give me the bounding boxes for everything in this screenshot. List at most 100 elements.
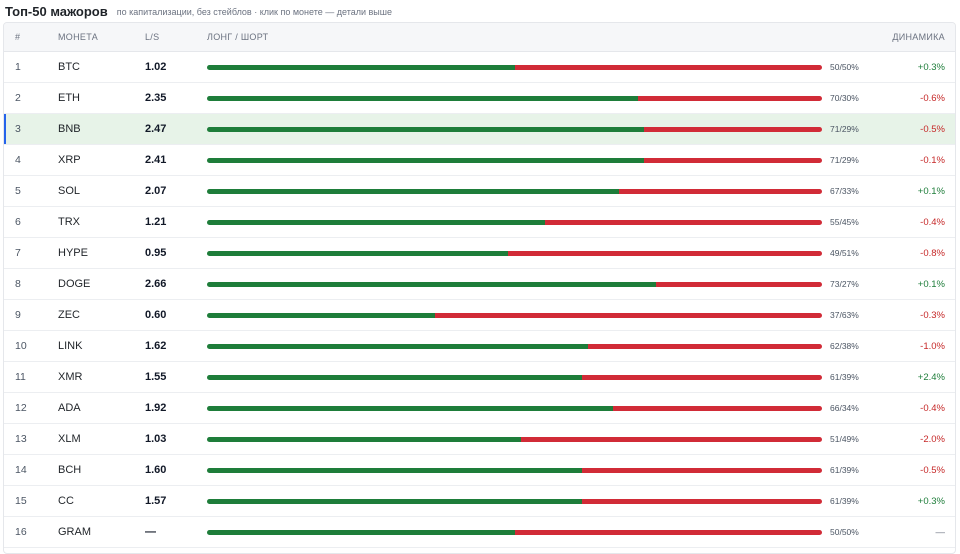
row-ls-ratio: 1.02 bbox=[145, 61, 167, 73]
row-rank: 1 bbox=[15, 61, 21, 73]
row-long-short-pct: 71/29% bbox=[830, 155, 859, 165]
short-share-bar bbox=[582, 374, 822, 380]
row-ls-ratio: 1.55 bbox=[145, 371, 167, 383]
row-rank: 3 bbox=[15, 123, 21, 135]
long-short-bar bbox=[207, 467, 822, 473]
section-header: Топ-50 мажоров по капитализации, без сте… bbox=[0, 0, 960, 22]
row-coin[interactable]: XMR bbox=[58, 371, 82, 383]
table-row[interactable]: 15 CC 1.57 61/39% +0.3% bbox=[4, 486, 955, 517]
row-dynamics: -0.3% bbox=[920, 309, 945, 321]
short-share-bar bbox=[643, 126, 822, 132]
row-ls-ratio: 1.62 bbox=[145, 340, 167, 352]
short-share-bar bbox=[588, 343, 822, 349]
row-coin[interactable]: DOGE bbox=[58, 278, 90, 290]
row-long-short-pct: 66/34% bbox=[830, 403, 859, 413]
long-short-bar bbox=[207, 405, 822, 411]
column-header-ls[interactable]: L/S bbox=[145, 32, 159, 42]
long-short-bar bbox=[207, 95, 822, 101]
long-share-bar bbox=[207, 436, 521, 442]
row-coin[interactable]: ZEC bbox=[58, 309, 80, 321]
long-short-bar bbox=[207, 64, 822, 70]
row-ls-ratio: 2.07 bbox=[145, 185, 167, 197]
row-ls-ratio: 2.41 bbox=[145, 154, 167, 166]
row-ls-ratio: 1.03 bbox=[145, 433, 167, 445]
long-share-bar bbox=[207, 157, 644, 163]
row-coin[interactable]: ADA bbox=[58, 402, 81, 414]
table-row[interactable]: 11 XMR 1.55 61/39% +2.4% bbox=[4, 362, 955, 393]
section-subtitle: по капитализации, без стейблов · клик по… bbox=[116, 6, 392, 17]
table-row[interactable]: 16 GRAM — 50/50% — bbox=[4, 517, 955, 548]
row-coin[interactable]: XRP bbox=[58, 154, 81, 166]
row-rank: 11 bbox=[15, 371, 26, 383]
long-share-bar bbox=[207, 374, 583, 380]
row-ls-ratio: 2.35 bbox=[145, 92, 167, 104]
row-dynamics: +0.3% bbox=[917, 495, 945, 507]
table-row[interactable]: 6 TRX 1.21 55/45% -0.4% bbox=[4, 207, 955, 238]
row-long-short-pct: 61/39% bbox=[830, 496, 859, 506]
long-share-bar bbox=[207, 312, 435, 318]
row-coin[interactable]: ETH bbox=[58, 92, 80, 104]
long-share-bar bbox=[207, 250, 509, 256]
short-share-bar bbox=[520, 436, 822, 442]
row-coin[interactable]: CC bbox=[58, 495, 74, 507]
row-long-short-pct: 61/39% bbox=[830, 465, 859, 475]
row-coin[interactable]: HYPE bbox=[58, 247, 88, 259]
table-row[interactable]: 12 ADA 1.92 66/34% -0.4% bbox=[4, 393, 955, 424]
short-share-bar bbox=[582, 498, 822, 504]
row-coin[interactable]: TRX bbox=[58, 216, 80, 228]
row-long-short-pct: 50/50% bbox=[830, 527, 859, 537]
row-long-short-pct: 37/63% bbox=[830, 310, 859, 320]
row-rank: 15 bbox=[15, 495, 27, 507]
table-row[interactable]: 4 XRP 2.41 71/29% -0.1% bbox=[4, 145, 955, 176]
row-rank: 6 bbox=[15, 216, 21, 228]
long-short-bar bbox=[207, 250, 822, 256]
row-dynamics: -0.4% bbox=[920, 402, 945, 414]
row-long-short-pct: 49/51% bbox=[830, 248, 859, 258]
row-dynamics: -0.5% bbox=[920, 123, 945, 135]
row-rank: 13 bbox=[15, 433, 27, 445]
long-share-bar bbox=[207, 219, 546, 225]
long-share-bar bbox=[207, 343, 589, 349]
row-long-short-pct: 55/45% bbox=[830, 217, 859, 227]
short-share-bar bbox=[619, 188, 822, 194]
row-coin[interactable]: BNB bbox=[58, 123, 81, 135]
long-short-bar bbox=[207, 126, 822, 132]
coins-table: # МОНЕТА L/S ЛОНГ / ШОРТ ДИНАМИКА 1 BTC 1.… bbox=[3, 22, 956, 554]
table-row[interactable]: 10 LINK 1.62 62/38% -1.0% bbox=[4, 331, 955, 362]
table-row[interactable]: 9 ZEC 0.60 37/63% -0.3% bbox=[4, 300, 955, 331]
table-row[interactable]: 14 BCH 1.60 61/39% -0.5% bbox=[4, 455, 955, 486]
row-coin[interactable]: SOL bbox=[58, 185, 80, 197]
row-ls-ratio: 0.95 bbox=[145, 247, 167, 259]
table-row[interactable]: 3 BNB 2.47 71/29% -0.5% bbox=[4, 114, 955, 145]
row-rank: 14 bbox=[15, 464, 27, 476]
column-header-num[interactable]: # bbox=[15, 32, 20, 42]
row-coin[interactable]: BTC bbox=[58, 61, 80, 73]
table-row[interactable]: 5 SOL 2.07 67/33% +0.1% bbox=[4, 176, 955, 207]
table-body: 1 BTC 1.02 50/50% +0.3% 2 ETH 2.35 70/30% -0.6% 3 B… bbox=[4, 52, 955, 548]
row-coin[interactable]: LINK bbox=[58, 340, 82, 352]
row-long-short-pct: 67/33% bbox=[830, 186, 859, 196]
table-row[interactable]: 8 DOGE 2.66 73/27% +0.1% bbox=[4, 269, 955, 300]
table-row[interactable]: 7 HYPE 0.95 49/51% -0.8% bbox=[4, 238, 955, 269]
row-coin[interactable]: BCH bbox=[58, 464, 81, 476]
row-coin[interactable]: GRAM bbox=[58, 526, 91, 538]
row-dynamics: +0.1% bbox=[917, 185, 945, 197]
table-row[interactable]: 1 BTC 1.02 50/50% +0.3% bbox=[4, 52, 955, 83]
row-dynamics: -2.0% bbox=[920, 433, 945, 445]
row-long-short-pct: 50/50% bbox=[830, 62, 859, 72]
long-share-bar bbox=[207, 188, 620, 194]
column-header-long-short[interactable]: ЛОНГ / ШОРТ bbox=[207, 32, 268, 42]
column-header-coin[interactable]: МОНЕТА bbox=[58, 32, 98, 42]
row-dynamics: +0.1% bbox=[917, 278, 945, 290]
long-share-bar bbox=[207, 126, 644, 132]
table-row[interactable]: 2 ETH 2.35 70/30% -0.6% bbox=[4, 83, 955, 114]
short-share-bar bbox=[643, 157, 822, 163]
row-coin[interactable]: XLM bbox=[58, 433, 81, 445]
row-long-short-pct: 62/38% bbox=[830, 341, 859, 351]
row-dynamics: -0.4% bbox=[920, 216, 945, 228]
table-row[interactable]: 13 XLM 1.03 51/49% -2.0% bbox=[4, 424, 955, 455]
long-share-bar bbox=[207, 64, 515, 70]
row-dynamics: -0.5% bbox=[920, 464, 945, 476]
column-header-dynamics[interactable]: ДИНАМИКА bbox=[892, 32, 945, 42]
row-long-short-pct: 51/49% bbox=[830, 434, 859, 444]
